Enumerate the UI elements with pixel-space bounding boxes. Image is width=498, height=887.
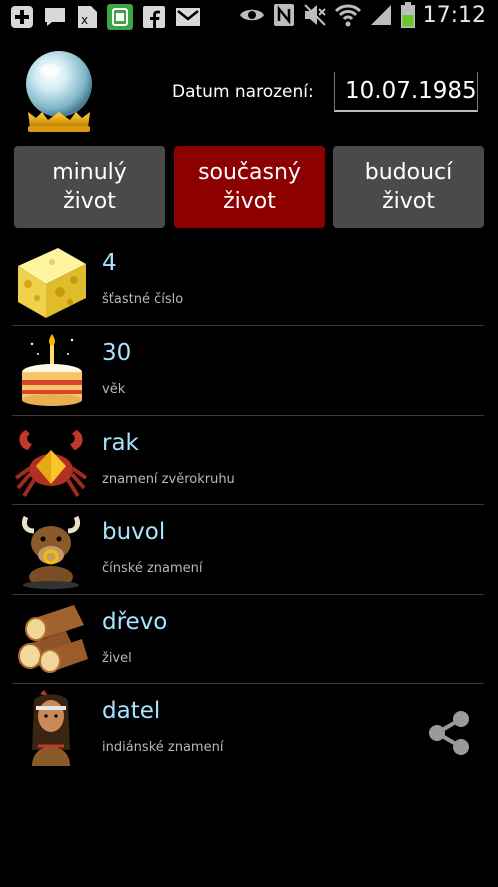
tab-future-life[interactable]: budoucí život xyxy=(333,146,484,228)
ox-icon xyxy=(21,515,81,589)
wifi-icon xyxy=(334,4,361,27)
eye-icon xyxy=(239,9,264,21)
sim-icon: x xyxy=(78,6,97,28)
list-item-element[interactable]: dřevo živel xyxy=(12,595,484,684)
list-item-lucky-number[interactable]: 4 šťastné číslo xyxy=(12,236,484,325)
mute-icon xyxy=(303,4,326,26)
chat-icon xyxy=(45,8,65,26)
logs-icon xyxy=(18,605,88,673)
facebook-icon xyxy=(143,6,165,28)
item-title: rak xyxy=(102,430,139,456)
native-woman-icon xyxy=(32,690,70,766)
item-title: buvol xyxy=(102,519,166,545)
list-item-age[interactable]: 30 věk xyxy=(12,326,484,415)
tab-label: život xyxy=(382,189,435,214)
list-item-native-sign[interactable]: datel indiánské znamení xyxy=(12,684,484,773)
dob-label: Datum narození: xyxy=(172,82,314,102)
tab-past-life[interactable]: minulý život xyxy=(14,146,165,228)
dob-field[interactable]: 10.07.1985 xyxy=(334,72,478,112)
cheese-icon xyxy=(18,248,86,318)
dob-value: 10.07.1985 xyxy=(345,78,477,104)
crystal-ball-icon xyxy=(26,51,92,132)
gmail-icon xyxy=(176,8,200,26)
item-subtitle: šťastné číslo xyxy=(102,292,184,307)
item-subtitle: věk xyxy=(102,382,126,397)
tab-label: život xyxy=(63,189,116,214)
svg-text:x: x xyxy=(81,13,88,27)
item-subtitle: znamení zvěrokruhu xyxy=(102,472,235,487)
item-title: datel xyxy=(102,698,161,724)
tab-label: život xyxy=(223,189,276,214)
plus-icon xyxy=(11,6,33,28)
android-icon xyxy=(107,4,133,30)
share-icon[interactable] xyxy=(425,709,473,757)
item-subtitle: indiánské znamení xyxy=(102,740,224,755)
item-subtitle: čínské znamení xyxy=(102,561,203,576)
item-title: 30 xyxy=(102,340,132,366)
item-subtitle: živel xyxy=(102,651,132,666)
list-item-chinese-sign[interactable]: buvol čínské znamení xyxy=(12,505,484,594)
battery-icon xyxy=(400,2,415,28)
cake-icon xyxy=(22,334,82,406)
item-title: dřevo xyxy=(102,609,168,635)
signal-icon xyxy=(370,5,391,25)
list-item-zodiac[interactable]: rak znamení zvěrokruhu xyxy=(12,416,484,505)
tab-label: budoucí xyxy=(364,160,453,185)
tab-label: současný xyxy=(198,160,301,185)
status-time: 17:12 xyxy=(422,2,486,28)
tab-label: minulý xyxy=(52,160,127,185)
tab-present-life[interactable]: současný život xyxy=(174,146,325,228)
item-title: 4 xyxy=(102,250,117,276)
status-bar: x 17:12 xyxy=(0,0,498,34)
crab-icon xyxy=(14,430,88,498)
nfc-icon xyxy=(273,4,294,26)
